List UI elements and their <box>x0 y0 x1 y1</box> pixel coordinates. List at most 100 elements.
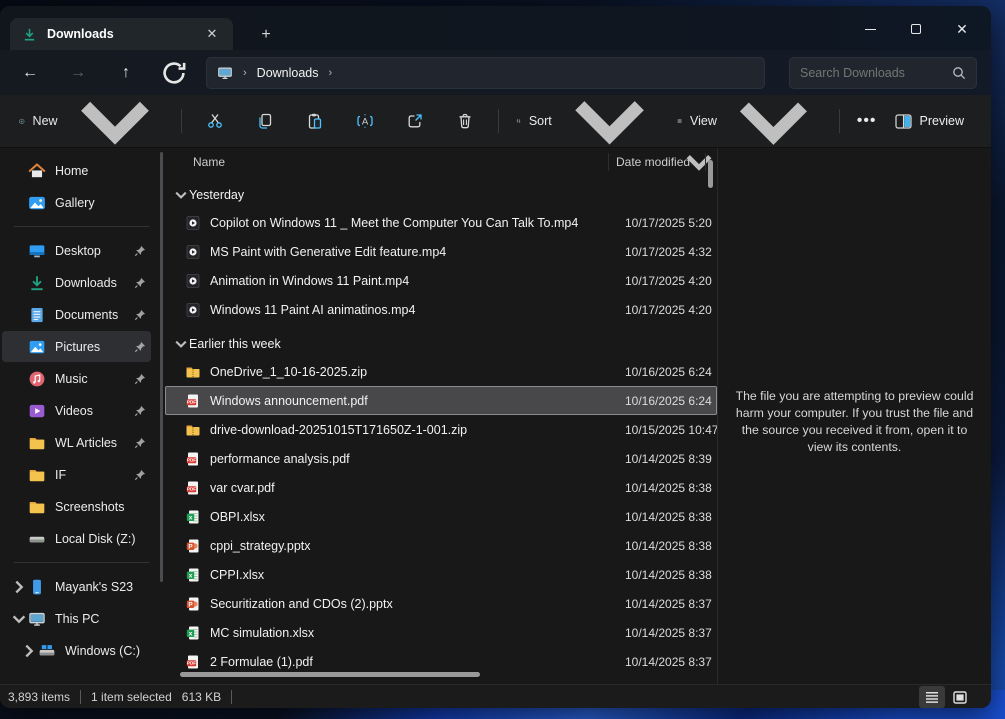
close-button[interactable]: ✕ <box>939 14 985 44</box>
sidebar-item-gallery[interactable]: Gallery <box>2 187 151 218</box>
file-list-pane: Name Date modified Yesterday Copilot on W… <box>165 148 718 684</box>
sidebar-item-documents[interactable]: Documents <box>2 299 151 330</box>
breadcrumb-chevron-icon[interactable]: › <box>329 67 333 79</box>
file-row[interactable]: xMC simulation.xlsx10/14/2025 8:37 <box>165 618 717 647</box>
tab-close-icon[interactable]: ✕ <box>201 23 223 45</box>
sidebar-item-label: Music <box>55 372 133 386</box>
home-icon <box>28 162 46 180</box>
sidebar-item-windows-c[interactable]: Windows (C:) <box>2 635 151 666</box>
sort-button[interactable]: Sort <box>507 103 668 139</box>
rename-button[interactable]: A <box>347 103 383 139</box>
column-header-date-modified[interactable]: Date modified <box>616 155 690 169</box>
sidebar-item-mayank-s-s23[interactable]: Mayank's S23 <box>2 571 151 602</box>
this-pc-icon <box>217 65 233 81</box>
pictures-icon <box>28 338 46 356</box>
status-divider <box>80 690 81 704</box>
pptx-file-icon: P <box>185 596 201 612</box>
file-row[interactable]: MS Paint with Generative Edit feature.mp… <box>165 237 717 266</box>
column-divider[interactable] <box>705 153 706 171</box>
sidebar-item-wl-articles[interactable]: WL Articles <box>2 427 151 458</box>
sidebar-item-label: Local Disk (Z:) <box>55 532 151 546</box>
sidebar-item-home[interactable]: Home <box>2 155 151 186</box>
sidebar-item-screenshots[interactable]: Screenshots <box>2 491 151 522</box>
more-options-button[interactable]: ••• <box>848 103 886 139</box>
chevron-down-icon[interactable] <box>173 336 189 352</box>
desktop-icon <box>28 242 46 260</box>
file-row[interactable]: Copilot on Windows 11 _ Meet the Compute… <box>165 208 717 237</box>
file-row[interactable]: PSecuritization and CDOs (2).pptx10/14/2… <box>165 589 717 618</box>
back-button[interactable]: ← <box>13 58 47 88</box>
file-name: performance analysis.pdf <box>210 452 625 466</box>
chevron-down-icon[interactable] <box>173 187 189 203</box>
group-header-yesterday[interactable]: Yesterday <box>165 181 717 208</box>
phone-icon <box>28 578 46 596</box>
file-date-modified: 10/14/2025 8:37 <box>625 626 717 640</box>
file-explorer-window: Downloads ✕ + ✕ ← → ↑ › Downloads › <box>0 6 991 708</box>
xlsx-file-icon: x <box>185 567 201 583</box>
sidebar-item-label: Pictures <box>55 340 133 354</box>
sidebar-item-pictures[interactable]: Pictures <box>2 331 151 362</box>
file-row[interactable]: OneDrive_1_10-16-2025.zip10/16/2025 6:24 <box>165 357 717 386</box>
file-date-modified: 10/14/2025 8:39 <box>625 452 717 466</box>
file-name: Windows announcement.pdf <box>210 394 625 408</box>
paste-button[interactable] <box>297 103 333 139</box>
group-header-earlier-this-week[interactable]: Earlier this week <box>165 330 717 357</box>
breadcrumb[interactable]: › Downloads › <box>206 57 765 89</box>
column-divider[interactable] <box>608 153 609 171</box>
cut-button[interactable] <box>197 103 233 139</box>
file-name: Copilot on Windows 11 _ Meet the Compute… <box>210 216 625 230</box>
file-date-modified: 10/16/2025 6:24 <box>625 394 717 408</box>
large-icons-view-button[interactable] <box>947 686 973 708</box>
new-button[interactable]: New <box>10 103 173 139</box>
file-row[interactable]: drive-download-20251015T171650Z-1-001.zi… <box>165 415 717 444</box>
items-count: 3,893 items <box>8 690 70 704</box>
pin-icon <box>133 468 147 482</box>
tab-downloads[interactable]: Downloads ✕ <box>10 18 233 50</box>
sidebar-item-desktop[interactable]: Desktop <box>2 235 151 266</box>
search-input[interactable] <box>800 66 952 80</box>
download-icon <box>28 274 46 292</box>
svg-text:x: x <box>189 514 193 521</box>
chevron-down-icon[interactable] <box>10 610 28 628</box>
share-button[interactable] <box>397 103 433 139</box>
sidebar-item-videos[interactable]: Videos <box>2 395 151 426</box>
sidebar-item-this-pc[interactable]: This PC <box>2 603 151 634</box>
chevron-right-icon[interactable] <box>10 578 28 596</box>
file-row[interactable]: Animation in Windows 11 Paint.mp410/17/2… <box>165 266 717 295</box>
file-list-vertical-scrollbar[interactable] <box>708 160 713 188</box>
file-date-modified: 10/17/2025 4:32 <box>625 245 717 259</box>
sidebar-item-if[interactable]: IF <box>2 459 151 490</box>
file-row[interactable]: xOBPI.xlsx10/14/2025 8:38 <box>165 502 717 531</box>
file-row[interactable]: Windows 11 Paint AI animatinos.mp410/17/… <box>165 295 717 324</box>
file-name: var cvar.pdf <box>210 481 625 495</box>
sidebar-item-label: IF <box>55 468 133 482</box>
chevron-right-icon[interactable] <box>20 642 38 660</box>
file-row[interactable]: PDFWindows announcement.pdf10/16/2025 6:… <box>165 386 717 415</box>
new-tab-button[interactable]: + <box>254 24 278 46</box>
file-row[interactable]: PDFvar cvar.pdf10/14/2025 8:38 <box>165 473 717 502</box>
svg-text:PDF: PDF <box>187 660 196 665</box>
sidebar-item-label: Home <box>55 164 151 178</box>
file-row[interactable]: Pcppi_strategy.pptx10/14/2025 8:38 <box>165 531 717 560</box>
view-button[interactable]: View <box>668 103 831 139</box>
breadcrumb-item-downloads[interactable]: Downloads <box>257 66 319 80</box>
file-list-horizontal-scrollbar[interactable] <box>180 672 480 677</box>
sidebar-item-label: Desktop <box>55 244 133 258</box>
column-header-name[interactable]: Name <box>193 155 225 169</box>
minimize-button[interactable] <box>847 14 893 44</box>
pin-icon <box>133 340 147 354</box>
details-view-button[interactable] <box>919 686 945 708</box>
maximize-button[interactable] <box>893 14 939 44</box>
sidebar-item-music[interactable]: Music <box>2 363 151 394</box>
breadcrumb-chevron-icon[interactable]: › <box>243 67 247 79</box>
sidebar-scrollbar[interactable] <box>160 152 163 582</box>
file-row[interactable]: PDFperformance analysis.pdf10/14/2025 8:… <box>165 444 717 473</box>
svg-text:x: x <box>189 572 193 579</box>
file-row[interactable]: xCPPI.xlsx10/14/2025 8:38 <box>165 560 717 589</box>
preview-toggle-button[interactable]: Preview <box>886 103 977 139</box>
copy-button[interactable] <box>247 103 283 139</box>
delete-button[interactable] <box>447 103 483 139</box>
toolbar-divider <box>181 109 182 133</box>
sidebar-item-local-disk-z[interactable]: Local Disk (Z:) <box>2 523 151 554</box>
sidebar-item-downloads[interactable]: Downloads <box>2 267 151 298</box>
